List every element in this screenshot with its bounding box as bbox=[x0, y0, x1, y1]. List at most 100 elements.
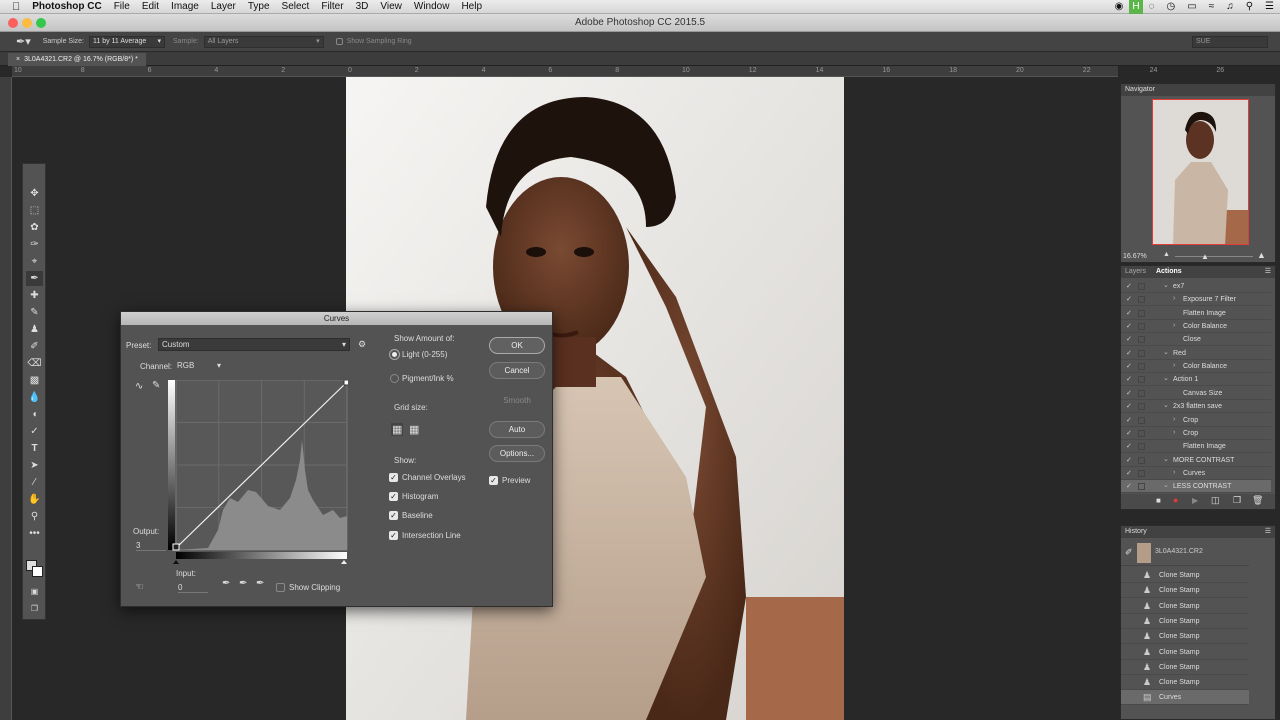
crop-tool-icon[interactable]: ⌖ bbox=[26, 254, 43, 269]
action-dialog-toggle[interactable] bbox=[1138, 443, 1145, 451]
pen-tool-icon[interactable]: ✓ bbox=[26, 424, 43, 439]
menu-filter[interactable]: Filter bbox=[315, 0, 349, 14]
menu-file[interactable]: File bbox=[108, 0, 136, 14]
wifi-icon[interactable]: ≈ bbox=[1203, 0, 1221, 14]
marquee-tool-icon[interactable]: ⬚ bbox=[26, 203, 43, 218]
lasso-tool-icon[interactable]: ✿ bbox=[26, 220, 43, 235]
apple-icon[interactable]:  bbox=[0, 0, 26, 14]
spotlight-icon[interactable]: ⚲ bbox=[1240, 0, 1259, 14]
light-radio-option[interactable]: Light (0-255) bbox=[390, 350, 447, 360]
dodge-tool-icon[interactable]: ◖ bbox=[26, 407, 43, 422]
expanded-chevron-icon[interactable]: ⌄ bbox=[1163, 453, 1169, 466]
smooth-button[interactable]: Smooth bbox=[489, 392, 545, 409]
action-toggle-checkmark-icon[interactable]: ✓ bbox=[1126, 400, 1132, 413]
action-row[interactable]: ✓ › Color Balance bbox=[1121, 319, 1271, 334]
expanded-chevron-icon[interactable]: ⌄ bbox=[1163, 479, 1169, 492]
navigator-zoom-value[interactable]: 16.67% bbox=[1123, 253, 1147, 260]
action-row[interactable]: ✓ ⌄ ex7 bbox=[1121, 280, 1271, 293]
action-toggle-checkmark-icon[interactable]: ✓ bbox=[1126, 307, 1132, 320]
evernote-icon[interactable]: H bbox=[1129, 0, 1143, 14]
action-dialog-toggle[interactable] bbox=[1138, 389, 1145, 397]
history-state[interactable]: ▤ Curves bbox=[1121, 690, 1249, 706]
checkmark-icon[interactable]: ✓ bbox=[489, 476, 498, 486]
sample-select[interactable]: All Layers ▾ bbox=[203, 35, 324, 48]
gray-point-eyedropper-icon[interactable]: ✒ bbox=[239, 578, 247, 589]
action-dialog-toggle[interactable] bbox=[1138, 323, 1145, 331]
action-dialog-toggle[interactable] bbox=[1138, 376, 1145, 384]
checkmark-icon[interactable]: ✓ bbox=[389, 511, 398, 521]
sample-size-select[interactable]: 11 by 11 Average ▾ bbox=[89, 35, 165, 48]
channel-overlays-option[interactable]: ✓ Channel Overlays bbox=[389, 473, 466, 483]
zoom-slider[interactable] bbox=[1175, 256, 1253, 257]
eyedropper-tool-icon[interactable]: ✒ bbox=[26, 271, 43, 286]
history-state[interactable]: ♟ Clone Stamp bbox=[1121, 675, 1249, 691]
action-dialog-toggle[interactable] bbox=[1138, 456, 1145, 464]
action-dialog-toggle[interactable] bbox=[1138, 296, 1145, 304]
action-toggle-checkmark-icon[interactable]: ✓ bbox=[1126, 467, 1132, 480]
cancel-button[interactable]: Cancel bbox=[489, 362, 545, 379]
collapsed-chevron-icon[interactable]: › bbox=[1173, 292, 1175, 305]
action-toggle-checkmark-icon[interactable]: ✓ bbox=[1126, 280, 1132, 293]
action-dialog-toggle[interactable] bbox=[1138, 283, 1145, 290]
menu-select[interactable]: Select bbox=[276, 0, 316, 14]
input-field[interactable]: 0 bbox=[178, 583, 208, 593]
action-toggle-checkmark-icon[interactable]: ✓ bbox=[1126, 333, 1132, 346]
action-row[interactable]: ✓ ⌄ Red bbox=[1121, 347, 1271, 360]
menu-window[interactable]: Window bbox=[408, 0, 456, 14]
eyedropper-tool-preset-icon[interactable]: ✒▾ bbox=[16, 35, 31, 48]
intersection-line-option[interactable]: ✓ Intersection Line bbox=[389, 531, 461, 541]
action-toggle-checkmark-icon[interactable]: ✓ bbox=[1126, 320, 1132, 333]
action-toggle-checkmark-icon[interactable]: ✓ bbox=[1126, 293, 1132, 306]
black-point-eyedropper-icon[interactable]: ✒ bbox=[222, 578, 230, 589]
ok-button[interactable]: OK bbox=[489, 337, 545, 354]
collapsed-chevron-icon[interactable]: › bbox=[1173, 319, 1175, 332]
zoom-window-button[interactable] bbox=[36, 18, 46, 28]
action-row[interactable]: ✓ › Exposure 7 Filter bbox=[1121, 292, 1271, 307]
zoom-tool-icon[interactable]: ⚲ bbox=[26, 509, 43, 524]
minimize-window-button[interactable] bbox=[22, 18, 32, 28]
show-clipping-checkbox[interactable] bbox=[276, 583, 285, 593]
action-row[interactable]: ✓ ⌄ 2x3 flatten save bbox=[1121, 400, 1271, 414]
history-state[interactable]: ♟ Clone Stamp bbox=[1121, 599, 1249, 614]
action-row[interactable]: ✓ Canvas Size bbox=[1121, 387, 1271, 400]
timemachine-icon[interactable]: ◷ bbox=[1161, 0, 1182, 14]
action-row[interactable]: ✓ › Crop bbox=[1121, 427, 1271, 440]
action-dialog-toggle[interactable] bbox=[1138, 469, 1145, 477]
collapsed-chevron-icon[interactable]: › bbox=[1173, 413, 1175, 426]
preview-option[interactable]: ✓ Preview bbox=[489, 476, 530, 486]
action-toggle-checkmark-icon[interactable]: ✓ bbox=[1126, 427, 1132, 440]
history-snapshot[interactable]: ✐ 3L0A4321.CR2 bbox=[1121, 540, 1249, 566]
history-state[interactable]: ♟ Clone Stamp bbox=[1121, 660, 1249, 675]
collapsed-chevron-icon[interactable]: › bbox=[1173, 466, 1175, 479]
screen-mode-icon[interactable]: ❐ bbox=[26, 601, 43, 616]
menu-layer[interactable]: Layer bbox=[205, 0, 242, 14]
history-state[interactable]: ♟ Clone Stamp bbox=[1121, 629, 1249, 645]
collapsed-chevron-icon[interactable]: › bbox=[1173, 426, 1175, 439]
document-tab[interactable]: × 3L0A4321.CR2 @ 16.7% (RGB/8*) * bbox=[8, 53, 146, 66]
white-point-eyedropper-icon[interactable]: ✒ bbox=[256, 578, 264, 589]
curve-pencil-tool-icon[interactable]: ✎ bbox=[152, 380, 160, 391]
navigator-thumbnail[interactable] bbox=[1152, 99, 1249, 245]
action-toggle-checkmark-icon[interactable]: ✓ bbox=[1126, 360, 1132, 373]
detailed-grid-icon[interactable]: ▦ bbox=[409, 423, 419, 436]
output-field[interactable]: 3 bbox=[136, 541, 166, 551]
blur-tool-icon[interactable]: 💧 bbox=[26, 390, 43, 405]
healing-brush-tool-icon[interactable]: ✚ bbox=[26, 288, 43, 303]
tab-actions[interactable]: Actions bbox=[1156, 268, 1182, 275]
curve-graph[interactable] bbox=[168, 379, 350, 564]
path-selection-tool-icon[interactable]: ➤ bbox=[26, 458, 43, 473]
action-row[interactable]: ✓ › Crop bbox=[1121, 414, 1271, 427]
action-toggle-checkmark-icon[interactable]: ✓ bbox=[1126, 373, 1132, 386]
gradient-tool-icon[interactable]: ▩ bbox=[26, 373, 43, 388]
radio-unselected-icon[interactable] bbox=[390, 374, 399, 384]
history-state[interactable]: ♟ Clone Stamp bbox=[1121, 568, 1249, 583]
action-toggle-checkmark-icon[interactable]: ✓ bbox=[1126, 454, 1132, 467]
close-tab-icon[interactable]: × bbox=[16, 56, 20, 63]
pigment-radio-option[interactable]: Pigment/Ink % bbox=[390, 374, 454, 384]
display-icon[interactable]: ▭ bbox=[1181, 0, 1202, 14]
action-toggle-checkmark-icon[interactable]: ✓ bbox=[1126, 440, 1132, 453]
new-action-icon[interactable]: ❐ bbox=[1233, 495, 1241, 506]
zoom-in-icon[interactable]: ▲ bbox=[1257, 250, 1266, 260]
auto-button[interactable]: Auto bbox=[489, 421, 545, 438]
background-color-swatch[interactable] bbox=[32, 566, 43, 577]
